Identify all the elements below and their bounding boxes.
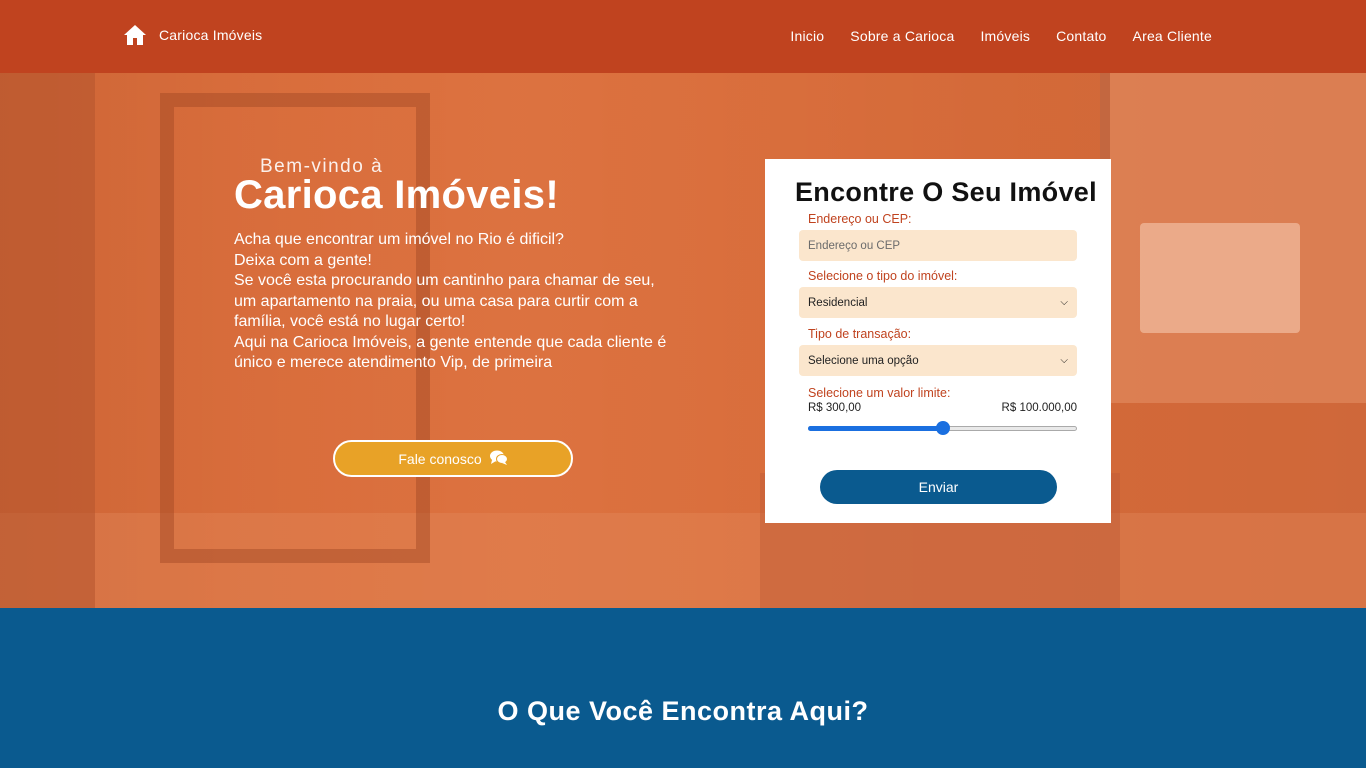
home-icon bbox=[123, 24, 147, 46]
property-search-card: Encontre O Seu Imóvel Endereço ou CEP: E… bbox=[765, 159, 1111, 523]
chat-bubbles-icon bbox=[489, 450, 508, 468]
transaction-type-value: Selecione uma opção bbox=[808, 354, 919, 367]
price-range-labels: R$ 300,00 R$ 100.000,00 bbox=[808, 402, 1077, 414]
chevron-down-icon: ⌵ bbox=[1060, 355, 1068, 366]
price-max: R$ 100.000,00 bbox=[1001, 402, 1077, 414]
price-min: R$ 300,00 bbox=[808, 402, 862, 414]
nav-sobre[interactable]: Sobre a Carioca bbox=[850, 28, 954, 44]
contact-button-label: Fale conosco bbox=[398, 450, 482, 467]
property-type-value: Residencial bbox=[808, 296, 868, 309]
transaction-type-select[interactable]: Selecione uma opção ⌵ bbox=[799, 345, 1077, 376]
brand-logo[interactable]: Carioca Imóveis bbox=[123, 24, 262, 46]
hero-background-door bbox=[0, 73, 95, 608]
price-slider[interactable] bbox=[808, 420, 1077, 436]
type-label: Selecione o tipo do imóvel: bbox=[808, 269, 958, 283]
price-slider-thumb[interactable] bbox=[936, 421, 950, 435]
price-slider-fill bbox=[808, 426, 943, 431]
top-header: Carioca Imóveis Inicio Sobre a Carioca I… bbox=[0, 0, 1366, 73]
hero-section: Bem-vindo à Carioca Imóveis! Acha que en… bbox=[0, 73, 1366, 608]
address-input[interactable]: Endereço ou CEP bbox=[799, 230, 1077, 261]
brand-name: Carioca Imóveis bbox=[159, 27, 263, 43]
submit-button[interactable]: Enviar bbox=[820, 470, 1057, 504]
hero-welcome: Bem-vindo à bbox=[260, 156, 384, 177]
nav-imoveis[interactable]: Imóveis bbox=[980, 28, 1030, 44]
hero-description: Acha que encontrar um imóvel no Rio é di… bbox=[234, 231, 667, 371]
features-section: O Que Você Encontra Aqui? bbox=[0, 608, 1366, 768]
contact-button[interactable]: Fale conosco bbox=[333, 440, 573, 477]
property-type-select[interactable]: Residencial ⌵ bbox=[799, 287, 1077, 318]
hero-text: Bem-vindo à Carioca Imóveis! Acha que en… bbox=[234, 156, 674, 374]
hero-title: Carioca Imóveis! bbox=[234, 173, 559, 217]
features-title: O Que Você Encontra Aqui? bbox=[497, 696, 869, 726]
nav-contato[interactable]: Contato bbox=[1056, 28, 1106, 44]
search-title: Encontre O Seu Imóvel bbox=[795, 177, 1097, 207]
address-input-placeholder: Endereço ou CEP bbox=[808, 239, 901, 252]
transaction-label: Tipo de transação: bbox=[808, 327, 912, 341]
chevron-down-icon: ⌵ bbox=[1060, 297, 1068, 308]
nav-inicio[interactable]: Inicio bbox=[790, 28, 824, 44]
address-label: Endereço ou CEP: bbox=[808, 212, 912, 226]
nav-area-cliente[interactable]: Area Cliente bbox=[1133, 28, 1212, 44]
price-label: Selecione um valor limite: bbox=[808, 386, 951, 400]
hero-background-air-conditioner bbox=[1140, 223, 1300, 333]
main-nav: Inicio Sobre a Carioca Imóveis Contato A… bbox=[790, 28, 1212, 44]
